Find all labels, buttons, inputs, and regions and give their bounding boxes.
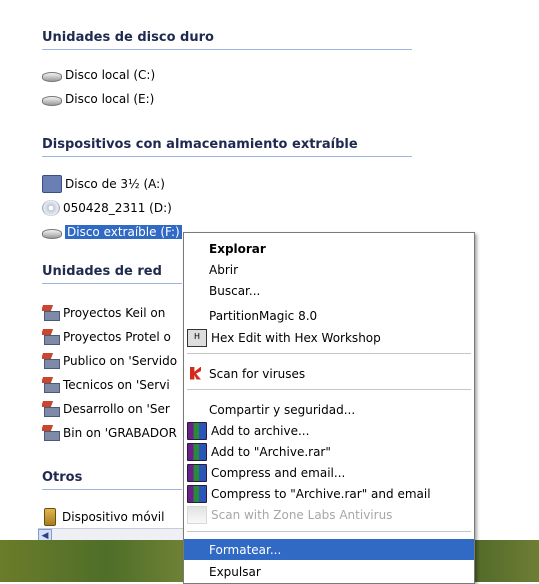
mobile-device[interactable]: Dispositivo móvil (42, 508, 182, 526)
mobile-device-label: Dispositivo móvil (62, 510, 165, 524)
menu-item-add-archive[interactable]: Add to archive... (184, 420, 474, 441)
drive-label: Disco local (C:) (65, 68, 156, 82)
menu-item-buscar[interactable]: Buscar... (184, 280, 474, 301)
group-header-removable: Dispositivos con almacenamiento extraíbl… (42, 137, 412, 157)
menu-separator (187, 389, 471, 390)
network-drive[interactable]: Bin on 'GRABADOR (42, 424, 182, 442)
hex-workshop-icon: H (187, 328, 207, 347)
menu-item-label: Hex Edit with Hex Workshop (211, 330, 381, 345)
network-drive-label: Desarrollo on 'Ser (63, 402, 170, 416)
menu-item-label: Expulsar (209, 564, 261, 579)
drive-label: Disco local (E:) (65, 92, 155, 106)
network-drive[interactable]: Tecnicos on 'Servi (42, 376, 182, 394)
drive-e[interactable]: Disco local (E:) (42, 90, 154, 108)
network-drive-label: Publico on 'Servido (63, 354, 178, 368)
drive-f-removable[interactable]: Disco extraíble (F:) (42, 223, 182, 241)
floppy-icon (42, 175, 62, 193)
menu-item-compartir[interactable]: Compartir y seguridad... (184, 399, 474, 420)
menu-item-label: Compress to "Archive.rar" and email (211, 486, 431, 501)
network-drive-label: Tecnicos on 'Servi (63, 378, 170, 392)
menu-item-label: Scan for viruses (209, 366, 306, 381)
network-drive-icon (42, 353, 60, 369)
network-drive-icon (42, 377, 60, 393)
menu-item-formatear[interactable]: Formatear... (184, 539, 474, 560)
network-drive[interactable]: Proyectos Keil on (42, 304, 182, 322)
menu-separator (187, 531, 471, 532)
network-drive[interactable]: Desarrollo on 'Ser (42, 400, 182, 418)
menu-item-label: Formatear... (209, 542, 282, 557)
hard-drive-icon (42, 72, 62, 82)
network-drive-icon (42, 305, 60, 321)
network-drive-icon (42, 401, 60, 417)
context-menu: Explorar Abrir Buscar... PartitionMagic … (183, 232, 475, 584)
mobile-device-icon (44, 508, 56, 526)
kaspersky-icon (187, 366, 205, 382)
network-drive-icon (42, 329, 60, 345)
cd-icon (42, 200, 60, 216)
menu-item-label: Abrir (209, 262, 239, 277)
menu-item-compress-email[interactable]: Compress and email... (184, 462, 474, 483)
drive-label: Disco extraíble (F:) (65, 225, 182, 239)
network-drive-label: Proyectos Keil on (63, 306, 166, 320)
network-drive[interactable]: Publico on 'Servido (42, 352, 182, 370)
menu-item-compress-rar-email[interactable]: Compress to "Archive.rar" and email (184, 483, 474, 504)
menu-item-label: Compartir y seguridad... (209, 402, 356, 417)
drive-d-cd[interactable]: 050428_2311 (D:) (42, 199, 172, 217)
menu-item-label: Explorar (209, 241, 266, 256)
network-drive-icon (42, 425, 60, 441)
menu-item-label: PartitionMagic 8.0 (209, 308, 318, 323)
zone-labs-icon (187, 505, 207, 524)
group-header-network: Unidades de red (42, 264, 182, 284)
menu-item-label: Buscar... (209, 283, 261, 298)
group-header-other: Otros (42, 470, 182, 490)
drive-a-floppy[interactable]: Disco de 3½ (A:) (42, 175, 165, 193)
network-drive-label: Proyectos Protel o (63, 330, 171, 344)
winrar-icon (187, 484, 207, 503)
menu-item-explorar[interactable]: Explorar (184, 238, 474, 259)
menu-item-expulsar[interactable]: Expulsar (184, 561, 474, 582)
group-header-hard-drives: Unidades de disco duro (42, 30, 412, 50)
winrar-icon (187, 421, 207, 440)
menu-item-scan-viruses[interactable]: Scan for viruses (184, 363, 474, 384)
menu-item-add-archive-rar[interactable]: Add to "Archive.rar" (184, 441, 474, 462)
menu-item-abrir[interactable]: Abrir (184, 259, 474, 280)
menu-item-label: Compress and email... (211, 465, 346, 480)
drive-label: 050428_2311 (D:) (63, 201, 172, 215)
removable-drive-icon (42, 229, 62, 239)
hard-drive-icon (42, 96, 62, 106)
menu-item-zone-labs-scan[interactable]: Scan with Zone Labs Antivirus (184, 504, 474, 525)
menu-item-label: Add to archive... (211, 423, 310, 438)
winrar-icon (187, 442, 207, 461)
menu-separator (187, 353, 471, 354)
menu-item-label: Scan with Zone Labs Antivirus (211, 507, 393, 522)
winrar-icon (187, 463, 207, 482)
network-drive[interactable]: Proyectos Protel o (42, 328, 182, 346)
drive-label: Disco de 3½ (A:) (65, 177, 165, 191)
menu-item-label: Add to "Archive.rar" (211, 444, 331, 459)
network-drive-label: Bin on 'GRABADOR (63, 426, 177, 440)
menu-item-hex-edit[interactable]: H Hex Edit with Hex Workshop (184, 327, 474, 348)
drive-c[interactable]: Disco local (C:) (42, 66, 155, 84)
menu-item-partitionmagic[interactable]: PartitionMagic 8.0 (184, 305, 474, 326)
